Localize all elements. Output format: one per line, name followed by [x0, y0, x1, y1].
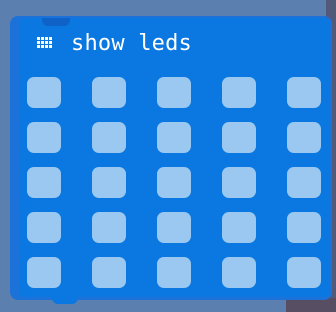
led-cell-r1-c4[interactable]: [287, 122, 321, 153]
led-cell-r4-c0[interactable]: [27, 257, 61, 288]
led-cell-r1-c2[interactable]: [157, 122, 191, 153]
led-cell-r4-c2[interactable]: [157, 257, 191, 288]
led-cell-r3-c2[interactable]: [157, 212, 191, 243]
led-cell-r3-c0[interactable]: [27, 212, 61, 243]
led-grid-icon: [37, 37, 53, 51]
block-top-notch: [42, 18, 70, 26]
led-cell-r4-c1[interactable]: [92, 257, 126, 288]
editor-workspace: show leds: [0, 0, 336, 312]
led-cell-r2-c4[interactable]: [287, 167, 321, 198]
led-matrix: [27, 77, 323, 290]
led-cell-r3-c1[interactable]: [92, 212, 126, 243]
led-cell-r4-c4[interactable]: [287, 257, 321, 288]
led-cell-r1-c3[interactable]: [222, 122, 256, 153]
led-cell-r0-c1[interactable]: [92, 77, 126, 108]
workspace-backdrop-corner: [286, 298, 336, 312]
led-cell-r0-c3[interactable]: [222, 77, 256, 108]
led-cell-r0-c0[interactable]: [27, 77, 61, 108]
led-cell-r4-c3[interactable]: [222, 257, 256, 288]
led-cell-r3-c4[interactable]: [287, 212, 321, 243]
led-cell-r0-c4[interactable]: [287, 77, 321, 108]
led-cell-r2-c0[interactable]: [27, 167, 61, 198]
led-cell-r2-c1[interactable]: [92, 167, 126, 198]
led-cell-r1-c1[interactable]: [92, 122, 126, 153]
led-cell-r0-c2[interactable]: [157, 77, 191, 108]
led-cell-r2-c2[interactable]: [157, 167, 191, 198]
led-cell-r1-c0[interactable]: [27, 122, 61, 153]
block-header: show leds: [37, 28, 192, 60]
block-bottom-notch: [52, 296, 78, 304]
block-label: show leds: [71, 31, 193, 56]
led-cell-r2-c3[interactable]: [222, 167, 256, 198]
led-cell-r3-c3[interactable]: [222, 212, 256, 243]
